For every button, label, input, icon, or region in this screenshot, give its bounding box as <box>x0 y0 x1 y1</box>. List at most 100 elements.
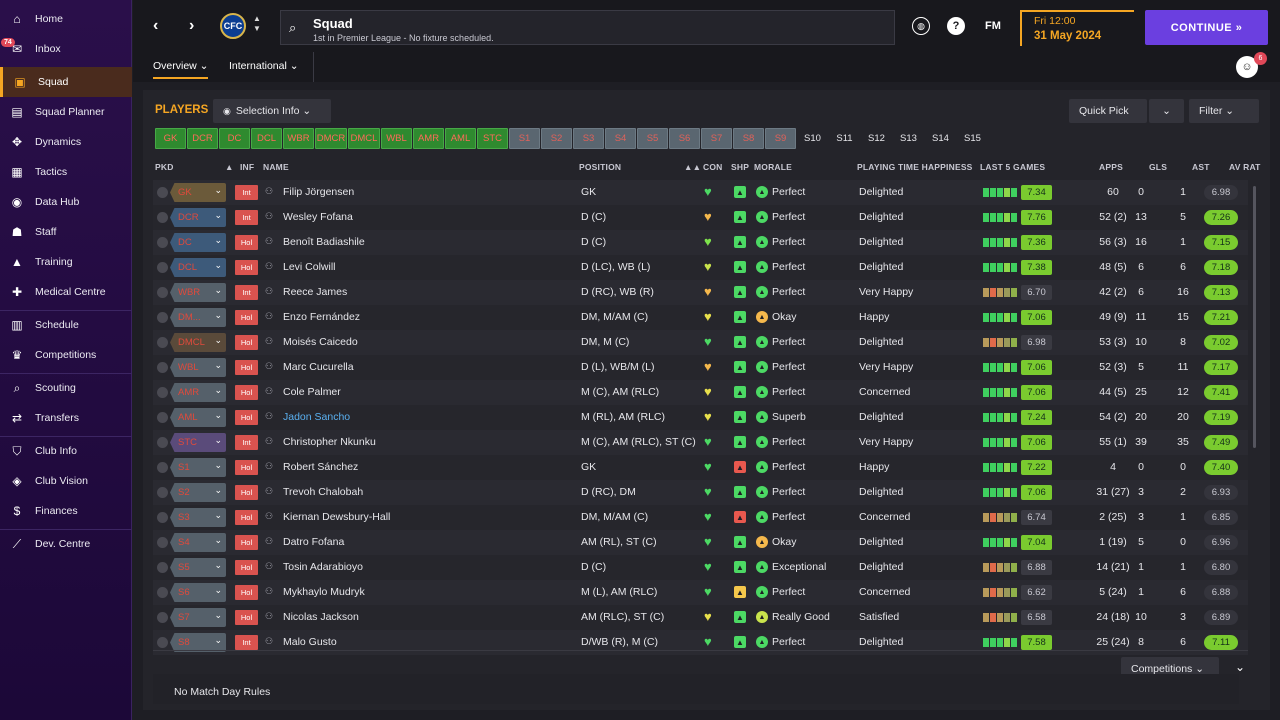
sidebar-item-transfers[interactable]: ⇄ Transfers <box>0 403 132 433</box>
pkd-selector[interactable]: DCL ⌄ <box>170 258 226 277</box>
header-pkd[interactable]: PKD <box>155 162 174 172</box>
table-row[interactable]: S2 ⌄ Hol ⚇ Trevoh Chalobah D (RC), DM ♥ ▲ ▲ Perfe… <box>153 480 1248 505</box>
sidebar-item-dynamics[interactable]: ✥ Dynamics <box>0 127 132 157</box>
position-chip-dmcr[interactable]: DMCR <box>315 128 347 149</box>
pick-toggle-icon[interactable] <box>157 537 168 548</box>
pkd-selector[interactable]: S3 ⌄ <box>170 508 226 527</box>
table-row[interactable]: DCR ⌄ Int ⚇ Wesley Fofana D (C) ♥ ▲ ▲ Perfect Deli… <box>153 205 1248 230</box>
pkd-selector[interactable]: DC ⌄ <box>170 233 226 252</box>
position-chip-s2[interactable]: S2 <box>541 128 572 149</box>
pick-toggle-icon[interactable] <box>157 362 168 373</box>
pick-toggle-icon[interactable] <box>157 312 168 323</box>
player-name[interactable]: Benoît Badiashile <box>283 236 365 248</box>
pick-toggle-icon[interactable] <box>157 262 168 273</box>
table-row[interactable]: S7 ⌄ Hol ⚇ Nicolas Jackson AM (RLC), ST (C) ♥ ▲… <box>153 605 1248 630</box>
position-chip-s7[interactable]: S7 <box>701 128 732 149</box>
search-box[interactable]: ⌕ Squad 1st in Premier League - No fixtu… <box>280 10 895 45</box>
pkd-selector[interactable]: S1 ⌄ <box>170 458 226 477</box>
position-chip-s11[interactable]: S11 <box>829 128 860 149</box>
position-chip-dc[interactable]: DC <box>219 128 250 149</box>
quick-pick-button[interactable]: Quick Pick <box>1069 99 1147 123</box>
help-icon[interactable]: ? <box>947 17 965 35</box>
position-chip-s1[interactable]: S1 <box>509 128 540 149</box>
sort-position-icon[interactable]: ▲▲ <box>684 162 701 172</box>
position-chip-wbr[interactable]: WBR <box>283 128 314 149</box>
filter-button[interactable]: Filter ⌄ <box>1189 99 1259 123</box>
table-row[interactable]: S6 ⌄ Hol ⚇ Mykhaylo Mudryk M (L), AM (RLC) ♥ ▲ ▲… <box>153 580 1248 605</box>
header-playing-time-happiness[interactable]: PLAYING TIME HAPPINESS <box>857 162 973 172</box>
position-chip-s6[interactable]: S6 <box>669 128 700 149</box>
pkd-selector[interactable]: S6 ⌄ <box>170 583 226 602</box>
pkd-selector[interactable]: STC ⌄ <box>170 433 226 452</box>
table-row[interactable]: DCL ⌄ Hol ⚇ Levi Colwill D (LC), WB (L) ♥ ▲ ▲ Per… <box>153 255 1248 280</box>
player-name[interactable]: Cole Palmer <box>283 386 341 398</box>
sidebar-item-medical-centre[interactable]: ✚ Medical Centre <box>0 277 132 307</box>
sidebar-item-squad-planner[interactable]: ▤ Squad Planner <box>0 97 132 127</box>
table-row[interactable]: DC ⌄ Hol ⚇ Benoît Badiashile D (C) ♥ ▲ ▲ Perfect D… <box>153 230 1248 255</box>
position-chip-aml[interactable]: AML <box>445 128 476 149</box>
sidebar-item-staff[interactable]: ☗ Staff <box>0 217 132 247</box>
sidebar-item-data-hub[interactable]: ◉ Data Hub <box>0 187 132 217</box>
pick-toggle-icon[interactable] <box>157 512 168 523</box>
sidebar-item-scouting[interactable]: ⌕ Scouting <box>0 373 132 403</box>
table-row[interactable]: GK ⌄ Int ⚇ Filip Jörgensen GK ♥ ▲ ▲ Perfect Deligh… <box>153 180 1248 205</box>
header-inf[interactable]: INF <box>240 162 254 172</box>
header-gls[interactable]: GLS <box>1149 162 1167 172</box>
pkd-selector[interactable]: S7 ⌄ <box>170 608 226 627</box>
sidebar-item-club-vision[interactable]: ◈ Club Vision <box>0 466 132 496</box>
header-last-5-games[interactable]: LAST 5 GAMES <box>980 162 1045 172</box>
pkd-selector[interactable]: AMR ⌄ <box>170 383 226 402</box>
table-row[interactable]: WBL ⌄ Hol ⚇ Marc Cucurella D (L), WB/M (L) ♥ ▲ ▲… <box>153 355 1248 380</box>
pick-toggle-icon[interactable] <box>157 237 168 248</box>
pkd-selector[interactable]: S4 ⌄ <box>170 533 226 552</box>
position-chip-dmcl[interactable]: DMCL <box>348 128 380 149</box>
sidebar-item-schedule[interactable]: ▥ Schedule <box>0 310 132 340</box>
tab-international[interactable]: International ⌄ <box>229 60 299 72</box>
player-name[interactable]: Wesley Fofana <box>283 211 353 223</box>
table-row[interactable]: S4 ⌄ Hol ⚇ Datro Fofana AM (RL), ST (C) ♥ ▲ ▲ Oka… <box>153 530 1248 555</box>
player-name[interactable]: Moisés Caicedo <box>283 336 358 348</box>
club-crest-icon[interactable]: CFC <box>220 13 246 39</box>
table-row[interactable]: STC ⌄ Int ⚇ Christopher Nkunku M (C), AM (RLC… <box>153 430 1248 455</box>
table-row[interactable]: DM... ⌄ Hol ⚇ Enzo Fernández DM, M/AM (C) ♥ ▲ ▲ O… <box>153 305 1248 330</box>
continue-button[interactable]: CONTINUE » <box>1145 10 1268 45</box>
fm-menu-icon[interactable]: FM <box>982 17 1004 35</box>
position-chip-s12[interactable]: S12 <box>861 128 892 149</box>
player-name[interactable]: Reece James <box>283 286 347 298</box>
table-row[interactable]: DMCL ⌄ Hol ⚇ Moisés Caicedo DM, M (C) ♥ ▲ ▲ Perfe… <box>153 330 1248 355</box>
position-chip-s13[interactable]: S13 <box>893 128 924 149</box>
header-av-rat[interactable]: AV RAT <box>1229 162 1261 172</box>
pkd-selector[interactable]: S5 ⌄ <box>170 558 226 577</box>
pkd-selector[interactable]: DCR ⌄ <box>170 208 226 227</box>
player-name[interactable]: Christopher Nkunku <box>283 436 376 448</box>
position-chip-s5[interactable]: S5 <box>637 128 668 149</box>
pick-toggle-icon[interactable] <box>157 462 168 473</box>
sidebar-item-home[interactable]: ⌂ Home <box>0 4 132 34</box>
table-row[interactable]: AML ⌄ Hol ⚇ Jadon Sancho M (RL), AM (RLC) ♥ ▲ ▲ S… <box>153 405 1248 430</box>
position-chip-dcr[interactable]: DCR <box>187 128 218 149</box>
tab-overview[interactable]: Overview ⌄ <box>153 60 209 79</box>
table-row[interactable]: S5 ⌄ Hol ⚇ Tosin Adarabioyo D (C) ♥ ▲ ▲ Exception… <box>153 555 1248 580</box>
sidebar-item-finances[interactable]: $ Finances <box>0 496 132 526</box>
header-morale[interactable]: MORALE <box>754 162 792 172</box>
pick-toggle-icon[interactable] <box>157 337 168 348</box>
pkd-selector[interactable]: WBL ⌄ <box>170 358 226 377</box>
player-name[interactable]: Mykhaylo Mudryk <box>283 586 365 598</box>
player-name[interactable]: Enzo Fernández <box>283 311 360 323</box>
selection-info-button[interactable]: ◉ Selection Info ⌄ <box>213 99 331 123</box>
pkd-selector[interactable]: DMCL ⌄ <box>170 333 226 352</box>
sidebar-item-inbox[interactable]: ✉ Inbox <box>0 34 132 64</box>
player-name[interactable]: Marc Cucurella <box>283 361 354 373</box>
sidebar-item-club-info[interactable]: ⛉ Club Info <box>0 436 132 466</box>
position-chip-gk[interactable]: GK <box>155 128 186 149</box>
table-row[interactable]: S3 ⌄ Hol ⚇ Kiernan Dewsbury-Hall DM, M/AM (C)… <box>153 505 1248 530</box>
sidebar-item-tactics[interactable]: ▦ Tactics <box>0 157 132 187</box>
pkd-selector[interactable]: S2 ⌄ <box>170 483 226 502</box>
quick-pick-dropdown-icon[interactable]: ⌄ <box>1149 99 1184 123</box>
position-chip-amr[interactable]: AMR <box>413 128 444 149</box>
player-name[interactable]: Malo Gusto <box>283 636 337 648</box>
position-chip-s4[interactable]: S4 <box>605 128 636 149</box>
player-name[interactable]: Trevoh Chalobah <box>283 486 363 498</box>
pick-toggle-icon[interactable] <box>157 287 168 298</box>
pick-toggle-icon[interactable] <box>157 437 168 448</box>
